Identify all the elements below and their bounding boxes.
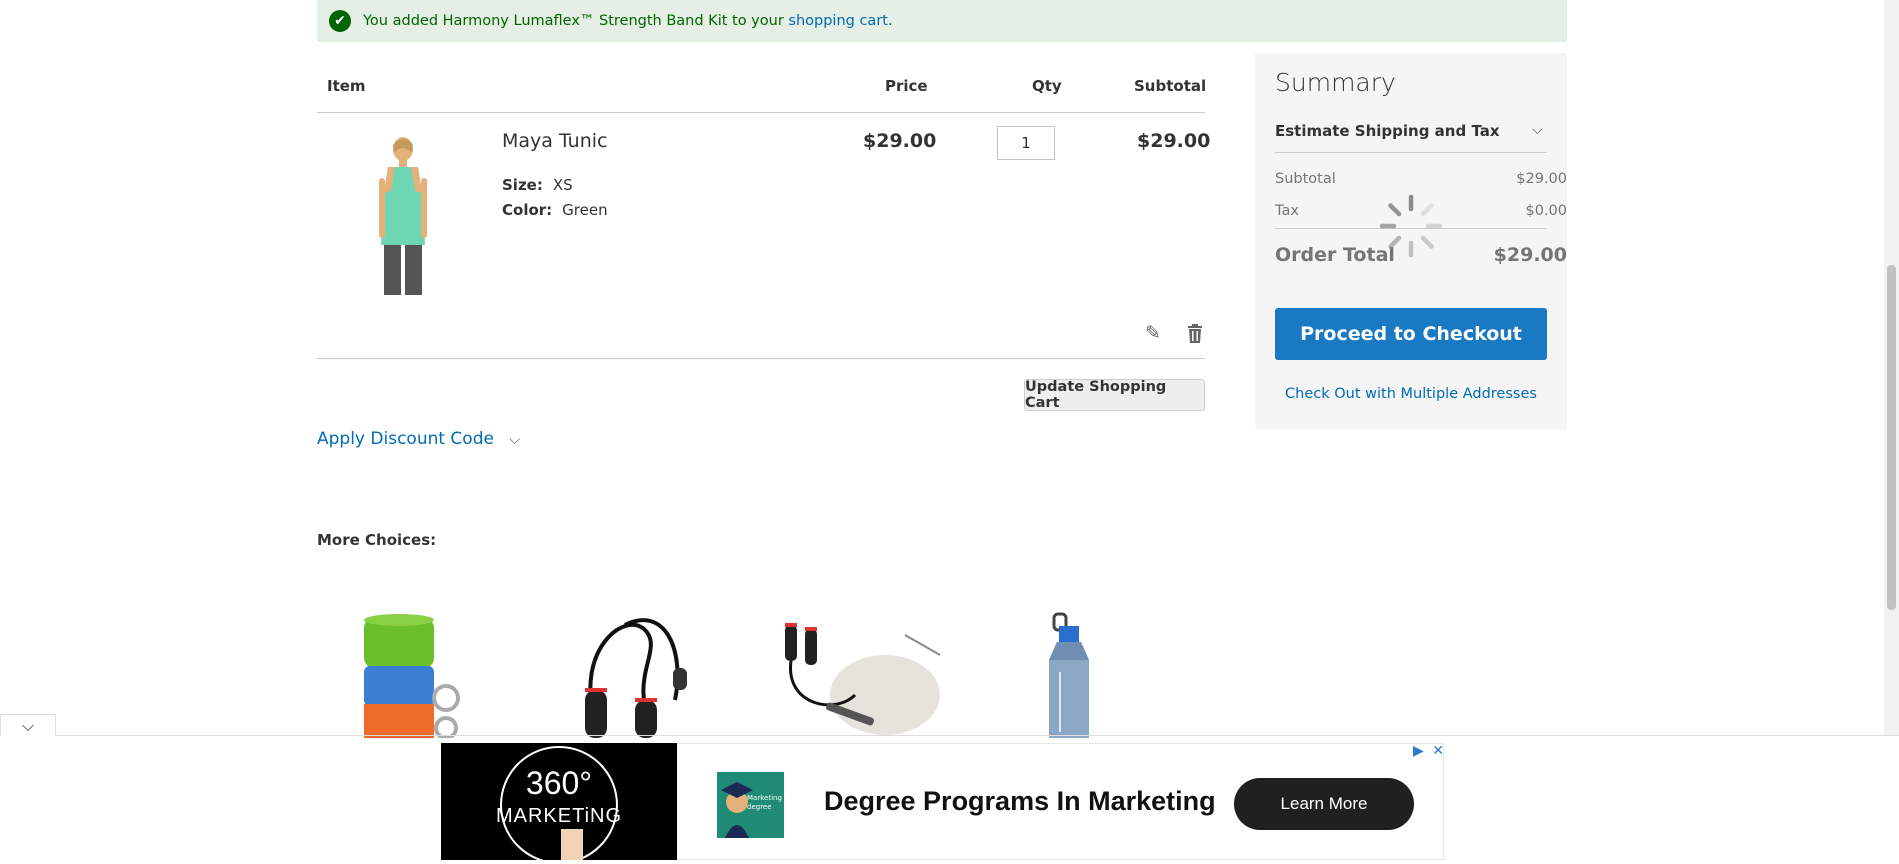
chevron-down-icon: ⌵ (21, 715, 35, 735)
product-name[interactable]: Maya Tunic (502, 130, 608, 152)
ad-thumbnail-text: Marketing degree (747, 794, 782, 811)
ad-logo-image[interactable]: 360° MARKETiNG (441, 743, 677, 864)
chevron-down-icon: ⌵ (509, 432, 520, 448)
edit-icon[interactable]: ✎ (1145, 322, 1161, 344)
header-price: Price (885, 77, 928, 95)
summary-title: Summary (1275, 68, 1396, 97)
loading-spinner-icon (1379, 194, 1443, 258)
chevron-down-icon[interactable]: ⌵ (1532, 122, 1543, 138)
tax-label: Tax (1275, 203, 1299, 219)
quantity-input[interactable]: 1 (997, 126, 1055, 160)
estimate-shipping-toggle[interactable]: Estimate Shipping and Tax (1275, 122, 1500, 140)
ad-logo-text: MARKETiNG (495, 805, 623, 827)
item-subtotal: $29.00 (1137, 130, 1211, 152)
divider (317, 112, 1205, 113)
subtotal-label: Subtotal (1275, 171, 1336, 187)
ad-divider (0, 735, 1899, 736)
multiple-addresses-link[interactable]: Check Out with Multiple Addresses (1275, 386, 1547, 402)
more-choices-heading: More Choices: (317, 531, 437, 549)
product-thumb-water-bottle[interactable] (1045, 612, 1115, 738)
ad-headline[interactable]: Degree Programs In Marketing (824, 786, 1216, 817)
message-text: You added Harmony Lumaflex™ Strength Ban… (363, 13, 893, 29)
scrollbar-thumb[interactable] (1887, 265, 1896, 610)
close-icon[interactable]: ✕ (1432, 743, 1444, 759)
divider (1275, 152, 1547, 153)
header-item: Item (327, 77, 366, 95)
header-subtotal: Subtotal (1134, 77, 1207, 95)
update-cart-button[interactable]: Update Shopping Cart (1024, 379, 1205, 411)
apply-discount-toggle[interactable]: Apply Discount Code ⌵ (317, 429, 520, 449)
ad-controls[interactable]: ▶ ✕ (1413, 743, 1444, 759)
ad-logo-number: 360° (525, 765, 593, 801)
product-thumb-yoga-strap[interactable] (350, 610, 500, 738)
shopping-cart-link[interactable]: shopping cart (788, 13, 888, 29)
divider (317, 358, 1205, 359)
product-thumb-strength-kit[interactable] (765, 615, 955, 738)
item-price: $29.00 (863, 130, 937, 152)
ad-play-icon[interactable]: ▶ (1413, 743, 1424, 759)
proceed-to-checkout-button[interactable]: Proceed to Checkout (1275, 308, 1547, 360)
order-total-value: $29.00 (1493, 244, 1567, 266)
header-qty: Qty (1032, 77, 1062, 95)
success-message: ✔ You added Harmony Lumaflex™ Strength B… (317, 0, 1567, 42)
product-thumb-jump-rope[interactable] (565, 610, 700, 738)
checkmark-icon: ✔ (329, 10, 351, 32)
ad-learn-more-button[interactable]: Learn More (1234, 778, 1414, 830)
option-color: Color: Green (502, 201, 608, 219)
ad-collapse-toggle[interactable]: ⌵ (0, 714, 56, 736)
product-image[interactable] (355, 133, 450, 298)
ad-thumbnail[interactable]: Marketing degree (717, 772, 784, 838)
tax-value: $0.00 (1525, 203, 1567, 219)
option-size: Size: XS (502, 176, 573, 194)
subtotal-value: $29.00 (1516, 171, 1567, 187)
order-total-label: Order Total (1275, 244, 1395, 266)
trash-icon[interactable] (1187, 324, 1203, 343)
